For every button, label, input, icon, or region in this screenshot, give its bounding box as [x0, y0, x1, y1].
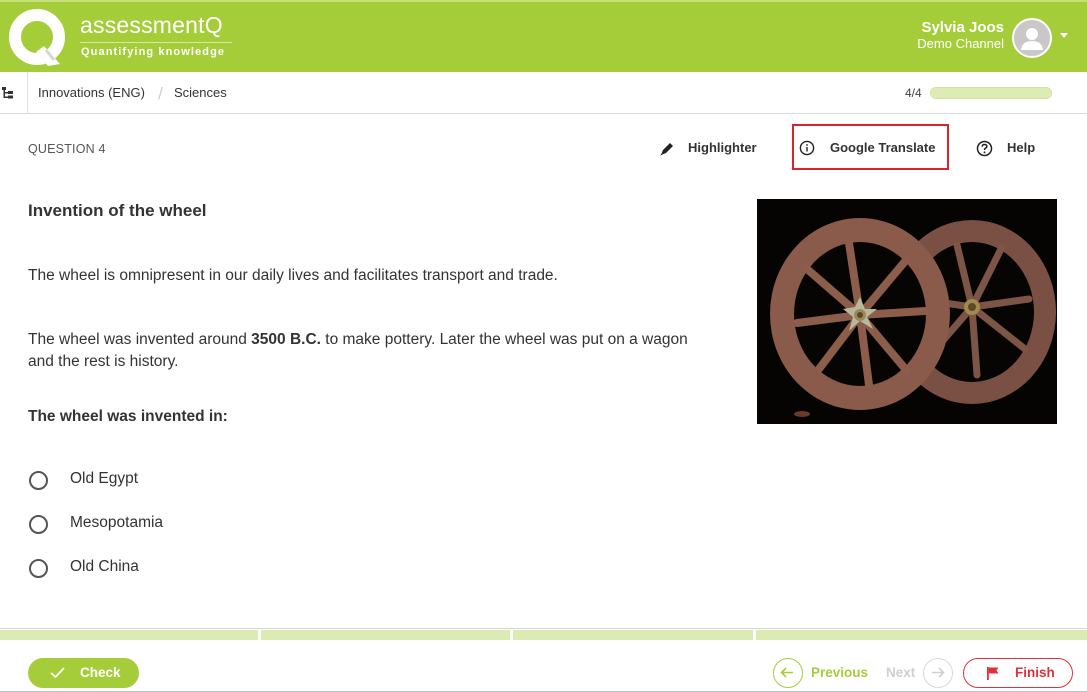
question-segment[interactable]: [261, 630, 510, 640]
answer-option-mesopotamia[interactable]: Mesopotamia: [28, 513, 328, 537]
brand-name: assessmentQ: [80, 12, 223, 38]
radio-button[interactable]: [29, 559, 48, 578]
checkmark-icon: [50, 667, 65, 679]
user-menu-caret-icon[interactable]: [1060, 33, 1068, 38]
breadcrumb-item-sciences[interactable]: Sciences: [174, 85, 227, 100]
option-label[interactable]: Mesopotamia: [70, 514, 163, 532]
finish-button[interactable]: Finish: [963, 658, 1073, 688]
next-arrow-button[interactable]: [923, 658, 953, 688]
breadcrumb-item-innovations[interactable]: Innovations (ENG): [38, 85, 145, 100]
progress-count: 4/4: [905, 86, 922, 100]
flag-icon: [987, 667, 999, 680]
breadcrumb-separator: /: [158, 84, 164, 102]
paragraph-2-date: 3500 B.C.: [251, 331, 321, 348]
check-button-label: Check: [80, 665, 121, 680]
avatar[interactable]: [1012, 18, 1052, 58]
brand-tagline: Quantifying knowledge: [81, 46, 226, 58]
question-segment[interactable]: [513, 630, 753, 640]
answer-option-old-egypt[interactable]: Old Egypt: [28, 469, 328, 493]
wheel-image: [757, 199, 1057, 424]
ancient-wheels-illustration: [770, 218, 1056, 417]
radio-button[interactable]: [29, 471, 48, 490]
check-button[interactable]: Check: [28, 658, 139, 688]
previous-arrow-button[interactable]: [773, 658, 803, 688]
tree-toggle-button[interactable]: [0, 72, 28, 113]
question-segment[interactable]: [756, 630, 1087, 640]
finish-button-label: Finish: [1015, 665, 1055, 680]
radio-button[interactable]: [29, 515, 48, 534]
help-question-icon: [976, 140, 993, 157]
highlighter-pen-icon: [660, 143, 673, 156]
logo-q-icon: [9, 9, 65, 66]
info-icon: [799, 140, 815, 156]
option-label[interactable]: Old China: [70, 558, 139, 576]
next-button[interactable]: Next: [886, 665, 915, 680]
user-name: Sylvia Joos: [921, 19, 1004, 36]
option-label[interactable]: Old Egypt: [70, 470, 138, 488]
top-bar: assessmentQ Quantifying knowledge Sylvia…: [0, 0, 1087, 72]
question-title: Invention of the wheel: [28, 201, 207, 220]
question-segment[interactable]: [0, 630, 258, 640]
paragraph-2-text-start: The wheel was invented around: [28, 331, 252, 348]
progress-bar: [930, 87, 1052, 99]
help-button[interactable]: Help: [1007, 140, 1035, 155]
question-number: QUESTION 4: [28, 142, 106, 156]
user-icon: [1021, 28, 1043, 50]
answer-option-old-china[interactable]: Old China: [28, 557, 328, 581]
question-paragraph-2: The wheel was invented around 3500 B.C. …: [28, 329, 708, 373]
question-segment-bar: [0, 630, 1087, 640]
user-info[interactable]: Sylvia Joos Demo Channel: [917, 19, 1004, 52]
question-paragraph-1: The wheel is omnipresent in our daily li…: [28, 267, 558, 284]
arrow-right-icon: [932, 667, 945, 678]
arrow-left-icon: [780, 667, 793, 678]
question-prompt: The wheel was invented in:: [28, 408, 228, 425]
google-translate-button[interactable]: Google Translate: [830, 140, 935, 155]
content-divider: [0, 628, 1087, 629]
breadcrumb-bar: Innovations (ENG) / Sciences 4/4: [0, 72, 1087, 114]
brand-divider: [80, 42, 232, 43]
tree-structure-icon: [2, 87, 13, 99]
highlighter-button[interactable]: Highlighter: [688, 140, 757, 155]
previous-button[interactable]: Previous: [811, 665, 868, 680]
user-channel: Demo Channel: [917, 36, 1004, 51]
progress-bar-fill: [931, 88, 1051, 98]
